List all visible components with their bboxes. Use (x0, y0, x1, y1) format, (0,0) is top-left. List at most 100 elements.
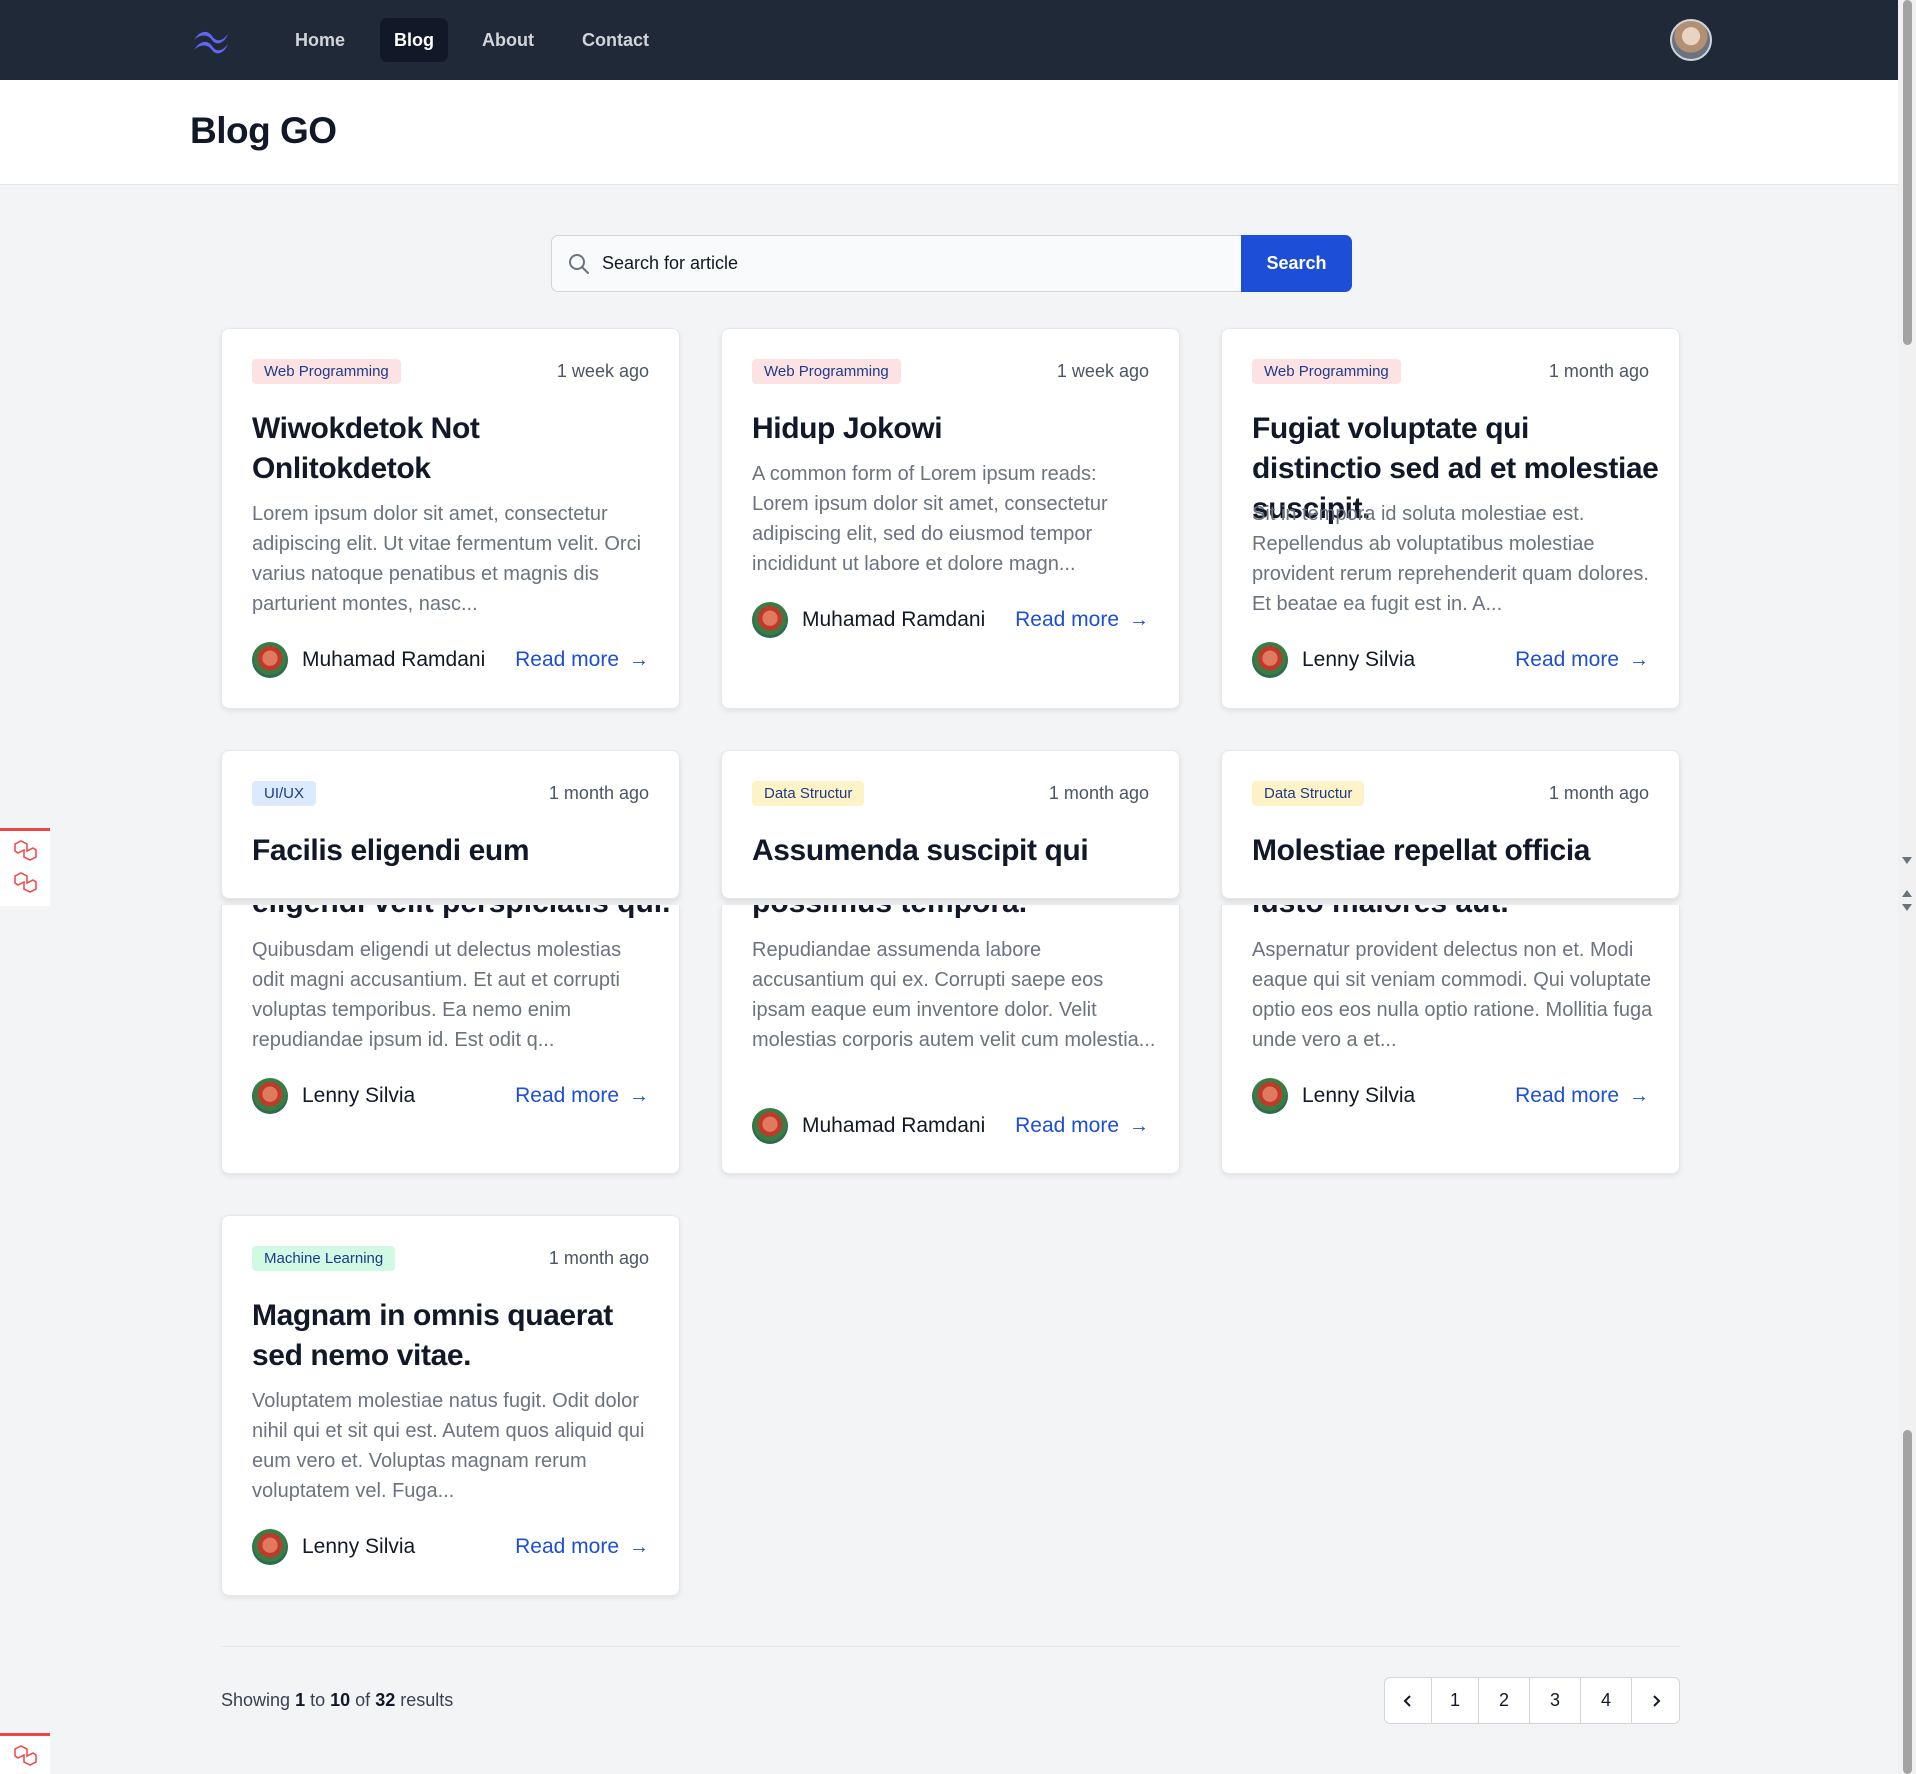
post-title-overflow: eligendi velit perspiciatis qui. (252, 905, 670, 923)
results-of-word: of (355, 1690, 371, 1710)
post-title[interactable]: Hidup Jokowi (752, 409, 1162, 449)
post-title-overflow: iusto maiores aut. (1252, 905, 1509, 923)
post-time: 1 month ago (1048, 783, 1149, 803)
arrow-right-icon: → (1129, 1115, 1149, 1137)
author-avatar (1252, 642, 1288, 678)
author-name: Lenny Silvia (302, 1535, 416, 1558)
post-card-body: iusto maiores aut. Aspernatur provident … (1221, 905, 1680, 1174)
author-name: Lenny Silvia (1302, 1084, 1416, 1107)
post-excerpt: Sit in tempora id soluta molestiae est. … (1252, 503, 1649, 615)
post-excerpt: Aspernatur provident delectus non et. Mo… (1252, 939, 1653, 1051)
chevron-right-icon[interactable] (1632, 1678, 1679, 1723)
read-more-label: Read more (515, 1535, 619, 1558)
read-more-label: Read more (1015, 1114, 1119, 1137)
read-more-link[interactable]: Read more → (1515, 648, 1649, 672)
category-badge[interactable]: Machine Learning (252, 1246, 396, 1271)
category-badge[interactable]: Web Programming (1252, 359, 1401, 384)
page-header: Blog GO (0, 80, 1898, 185)
search-input[interactable] (551, 235, 1241, 292)
nav-contact[interactable]: Contact (568, 18, 663, 62)
page-1-button[interactable]: 1 (1432, 1678, 1479, 1723)
results-prefix: Showing (221, 1690, 291, 1710)
scroll-down-arrow-icon[interactable] (1902, 904, 1912, 911)
post-title[interactable]: Magnam in omnis quaerat sed nemo vitae. (252, 1296, 662, 1376)
results-summary: Showing 1 to 10 of 32 results (221, 1690, 453, 1711)
post-time: 1 month ago (1548, 361, 1649, 381)
page-4-button[interactable]: 4 (1581, 1678, 1632, 1723)
laravel-icon (14, 840, 37, 861)
read-more-label: Read more (1515, 1084, 1619, 1107)
category-badge[interactable]: Data Structur (1252, 781, 1365, 806)
nav-about[interactable]: About (468, 18, 548, 62)
user-avatar[interactable] (1670, 19, 1712, 61)
results-to: 10 (330, 1690, 351, 1710)
post-excerpt: Voluptatem molestiae natus fugit. Odit d… (252, 1390, 645, 1502)
debugbar-tab-bottom[interactable] (0, 1733, 50, 1774)
laravel-icon (14, 1745, 37, 1766)
debugbar-tab[interactable] (0, 828, 50, 906)
results-from: 1 (295, 1690, 306, 1710)
post-title[interactable]: Assumenda suscipit qui (752, 831, 1162, 871)
category-badge[interactable]: Web Programming (252, 359, 401, 384)
post-title-overflow: possimus tempora. (752, 905, 1027, 923)
results-word: results (400, 1690, 454, 1710)
arrow-right-icon: → (1629, 1085, 1649, 1107)
author-avatar (252, 1078, 288, 1114)
scroll-thumb-secondary[interactable] (1903, 1430, 1912, 1774)
arrow-right-icon: → (629, 1085, 649, 1107)
nav-blog[interactable]: Blog (380, 18, 448, 62)
results-total: 32 (375, 1690, 396, 1710)
post-time: 1 month ago (548, 1248, 649, 1268)
read-more-link[interactable]: Read more → (515, 648, 649, 672)
category-badge[interactable]: UI/UX (252, 781, 317, 806)
post-excerpt: Quibusdam eligendi ut delectus molestias… (252, 939, 622, 1051)
post-time: 1 week ago (556, 361, 649, 381)
top-navbar: Home Blog About Contact (0, 0, 1898, 80)
author-name: Lenny Silvia (1302, 648, 1416, 671)
arrow-right-icon: → (1129, 609, 1149, 631)
arrow-right-icon: → (629, 649, 649, 671)
post-time: 1 month ago (548, 783, 649, 803)
author-name: Muhamad Ramdani (802, 608, 986, 631)
tailwind-logo-icon[interactable] (190, 22, 232, 56)
read-more-link[interactable]: Read more → (1015, 608, 1149, 632)
scroll-thumb[interactable] (1903, 0, 1912, 345)
chevron-left-icon[interactable] (1385, 1678, 1432, 1723)
category-badge[interactable]: Web Programming (752, 359, 901, 384)
author-name: Muhamad Ramdani (302, 648, 486, 671)
post-card-header: Data Structur 1 month ago Assumenda susc… (721, 750, 1180, 899)
read-more-link[interactable]: Read more → (515, 1084, 649, 1108)
post-title[interactable]: Molestiae repellat officia (1252, 831, 1662, 871)
scroll-down-arrow-icon[interactable] (1902, 857, 1912, 864)
post-card: Web Programming 1 week ago Hidup Jokowi … (721, 328, 1180, 709)
read-more-link[interactable]: Read more → (1515, 1084, 1649, 1108)
results-to-word: to (310, 1690, 326, 1710)
post-card-header: Data Structur 1 month ago Molestiae repe… (1221, 750, 1680, 899)
author-avatar (1252, 1078, 1288, 1114)
page-3-button[interactable]: 3 (1530, 1678, 1581, 1723)
read-more-link[interactable]: Read more → (1015, 1114, 1149, 1138)
search-button[interactable]: Search (1241, 235, 1352, 292)
scroll-up-arrow-icon[interactable] (1902, 890, 1912, 897)
pagination-divider (221, 1646, 1681, 1647)
author-avatar (252, 642, 288, 678)
post-card: Web Programming 1 week ago Wiwokdetok No… (221, 328, 680, 709)
post-excerpt: Lorem ipsum dolor sit amet, consectetur … (252, 503, 642, 615)
post-title[interactable]: Wiwokdetok Not Onlitokdetok (252, 409, 662, 489)
read-more-label: Read more (515, 648, 619, 671)
pagination: 1 2 3 4 (1384, 1677, 1680, 1724)
page-title: Blog GO (190, 110, 337, 151)
post-card: Web Programming 1 month ago Fugiat volup… (1221, 328, 1680, 709)
page-scrollbar[interactable] (1898, 0, 1916, 1774)
page-2-button[interactable]: 2 (1479, 1678, 1530, 1723)
post-excerpt: A common form of Lorem ipsum reads: Lore… (752, 463, 1108, 575)
laravel-icon (14, 872, 37, 893)
read-more-label: Read more (515, 1084, 619, 1107)
arrow-right-icon: → (629, 1536, 649, 1558)
post-title[interactable]: Facilis eligendi eum (252, 831, 662, 871)
post-card-body: possimus tempora. Repudiandae assumenda … (721, 905, 1180, 1174)
category-badge[interactable]: Data Structur (752, 781, 865, 806)
nav-home[interactable]: Home (281, 18, 359, 62)
author-avatar (252, 1529, 288, 1565)
read-more-link[interactable]: Read more → (515, 1535, 649, 1559)
